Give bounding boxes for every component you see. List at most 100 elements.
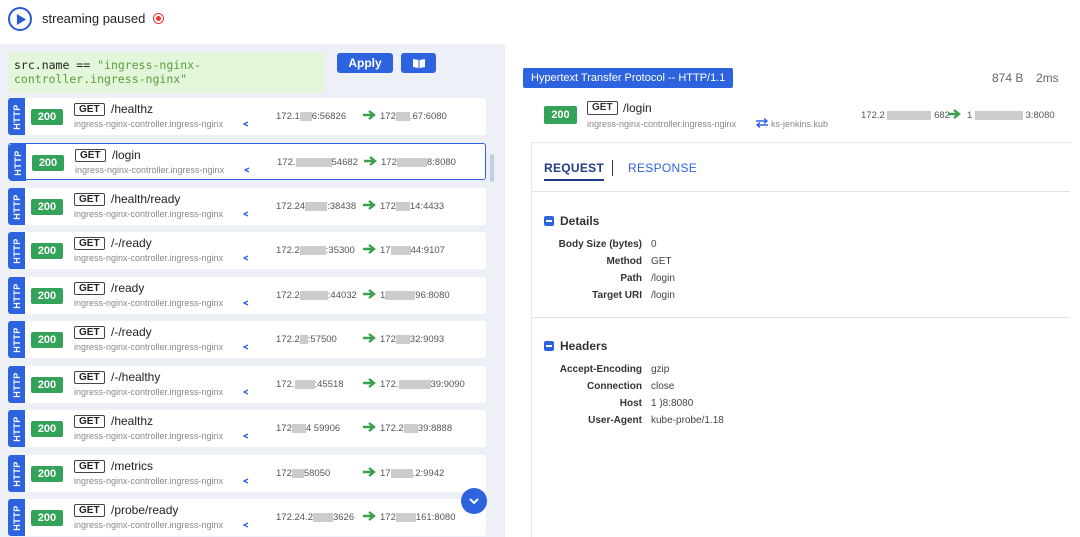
list-item[interactable]: HTTP 200 GET/ready ingress-nginx-controller… [8, 277, 486, 314]
source-address: 172.2 682 [861, 110, 950, 121]
direction-arrow-icon [363, 467, 376, 477]
request-detail-box: REQUEST RESPONSE Details Body Size (byte… [531, 142, 1071, 537]
method-badge: GET [74, 326, 105, 339]
redacted-block [385, 290, 416, 300]
redacted-block [395, 512, 416, 522]
field-value: GET [651, 256, 672, 267]
destination-address-port: .67:6080 [409, 111, 447, 122]
query-cheatsheet-button[interactable] [401, 53, 436, 73]
protocol-badge: Hypertext Transfer Protocol -- HTTP/1.1 [523, 68, 734, 88]
destination-address-port: 96:8080 [415, 290, 450, 301]
list-item[interactable]: HTTP 200 GET/login ingress-nginx-controller… [8, 143, 486, 181]
protocol-label: HTTP [12, 149, 23, 176]
swap-arrows-icon [755, 118, 769, 128]
destination-address-part: 172 [380, 334, 396, 345]
redacted-block [312, 512, 333, 522]
list-item[interactable]: HTTP 200 GET /-/healthy ingress-nginx-contro… [8, 366, 486, 403]
source-service: ingress-nginx-controller.ingress-nginx [74, 431, 224, 441]
source-address-part: 172.2 [276, 334, 300, 345]
destination-address-port: 39:9090 [430, 379, 465, 390]
details-section-toggle[interactable]: Details [544, 214, 599, 228]
protocol-tag: HTTP [9, 144, 26, 181]
request-path: /metrics [111, 459, 153, 473]
source-address-part: 172.2 [276, 290, 300, 301]
source-address: 172. 54682 [277, 157, 358, 168]
source-address: 172.2:44032 [276, 290, 357, 301]
field-value: kube-probe/1.18 [651, 415, 724, 426]
list-item[interactable]: HTTP 200 GET/metrics ingress-nginx-controll… [8, 455, 486, 492]
play-icon[interactable] [8, 7, 32, 31]
direction-icon [243, 300, 249, 306]
list-item[interactable]: HTTP 200 GET /-/ready ingress-nginx-controll… [8, 321, 486, 358]
request-path: /-/ready [111, 325, 152, 339]
source-address-part: 172. [277, 157, 296, 168]
redacted-block [403, 423, 418, 433]
list-item[interactable]: HTTP 200 GET/health/ready ingress-nginx-con… [8, 188, 486, 225]
status-badge: 200 [31, 243, 63, 259]
list-item[interactable]: HTTP 200 GET /-/ready ingress-nginx-controll… [8, 232, 486, 269]
protocol-label: HTTP [11, 103, 22, 130]
direction-icon [243, 255, 249, 261]
divider [532, 191, 1070, 192]
destination-address: 172 .67:6080 [380, 111, 447, 122]
redacted-block [974, 110, 1023, 120]
field-value: gzip [651, 364, 670, 375]
destination-address: 1 3:8080 [967, 110, 1055, 121]
direction-arrow-icon [363, 289, 376, 299]
source-service: ingress-nginx-controller.ingress-nginx [74, 119, 224, 129]
list-item[interactable]: HTTP 200 GET/healthz ingress-nginx-controll… [8, 98, 486, 135]
status-badge: 200 [544, 106, 577, 124]
headers-section-toggle[interactable]: Headers [544, 339, 607, 353]
request-path: /-/ready [111, 236, 152, 250]
destination-address-part: 172 [380, 111, 396, 122]
entry-elapsed-time: 2ms [1036, 71, 1059, 85]
apply-button[interactable]: Apply [337, 53, 393, 73]
source-address-port: 4 59906 [305, 423, 341, 434]
method-badge: GET [74, 237, 105, 250]
tab-response[interactable]: RESPONSE [628, 161, 697, 175]
source-service: ingress-nginx-controller.ingress-nginx [74, 476, 224, 486]
direction-arrow-icon [948, 109, 961, 119]
list-item[interactable]: HTTP 200 GET/probe/ready ingress-nginx-cont… [8, 499, 486, 536]
stream-status-label: streaming paused [42, 11, 146, 26]
protocol-tag: HTTP [8, 366, 25, 403]
source-address: 172.24:38438 [276, 201, 356, 212]
request-path: /ready [111, 281, 145, 295]
field-label: Path [620, 273, 642, 284]
list-scrollbar[interactable] [490, 154, 494, 182]
destination-address-port: 3:8080 [1025, 110, 1055, 121]
destination-address-port: 39:8888 [417, 423, 453, 434]
destination-address: 17 44:9107 [380, 245, 445, 256]
source-address-part: 172.2 [276, 245, 300, 256]
source-address: 172.2:35300 [276, 245, 355, 256]
direction-icon [243, 433, 249, 439]
destination-address: 172.2 39:8888 [380, 423, 452, 434]
protocol-tag: HTTP [8, 98, 25, 135]
list-item[interactable]: HTTP 200 GET/healthz ingress-nginx-controll… [8, 410, 486, 447]
destination-address-port: .2:9942 [412, 468, 445, 479]
filter-query-input[interactable]: src.name == "ingress-nginx-controller.in… [8, 52, 324, 93]
destination-address-port: 44:9107 [410, 245, 445, 256]
direction-icon [243, 478, 249, 484]
source-service: ingress-nginx-controller.ingress-nginx [74, 520, 224, 530]
scroll-to-bottom-button[interactable] [461, 488, 487, 514]
protocol-tag: HTTP [8, 499, 25, 536]
direction-icon [243, 522, 249, 528]
direction-icon [244, 167, 250, 173]
source-address-port: 6:56826 [311, 111, 347, 122]
destination-address-part: 172. [380, 379, 399, 390]
request-path: /-/healthy [111, 370, 161, 384]
field-label: Method [606, 256, 642, 267]
redacted-block [294, 379, 315, 389]
entry-detail-panel: Hypertext Transfer Protocol -- HTTP/1.1 … [505, 44, 1080, 537]
field-label: User-Agent [588, 415, 642, 426]
source-address-port: 58050 [303, 468, 331, 479]
redacted-block [299, 290, 328, 300]
entry-size: 874 B [992, 71, 1024, 85]
tab-request[interactable]: REQUEST [544, 161, 605, 181]
direction-icon [243, 389, 249, 395]
method-badge: GET [75, 149, 106, 162]
status-badge: 200 [31, 377, 63, 393]
request-path: /healthz [111, 102, 154, 116]
destination-address-part: 172 [380, 201, 396, 212]
